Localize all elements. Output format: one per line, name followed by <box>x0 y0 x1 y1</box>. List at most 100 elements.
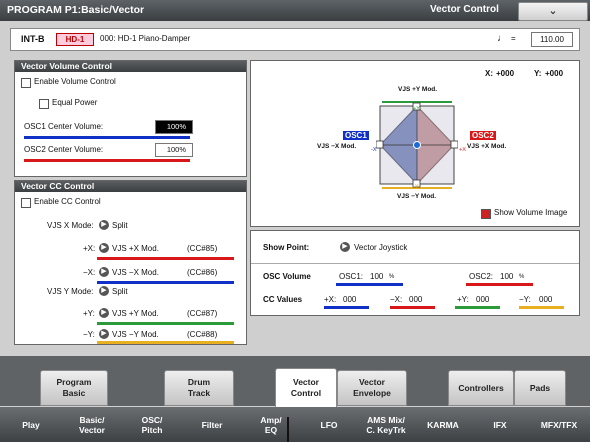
program-name[interactable]: 000: HD-1 Piano-Damper <box>100 34 190 43</box>
cc-value-label: +Y: <box>457 295 469 304</box>
osc2-color-line <box>24 159 190 162</box>
osc-volume-label: OSC Volume <box>263 272 311 281</box>
tab-label: EQ <box>264 424 278 435</box>
cc-value-label: −X: <box>390 295 403 304</box>
x-mode-value[interactable]: Split <box>112 221 128 230</box>
show-volume-image-checkbox[interactable] <box>481 209 491 219</box>
vector-display-panel: X: +000 Y: +000 VJS +Y Mod. VJS −Y Mod. … <box>250 60 580 227</box>
y-mode-value[interactable]: Split <box>112 287 128 296</box>
plus-y-small: +Y <box>413 106 420 112</box>
page-menu-button[interactable]: ⌄ <box>518 2 588 21</box>
tab-basic-vector[interactable]: Basic/Vector <box>62 407 123 442</box>
equal-power-checkbox[interactable] <box>39 99 49 109</box>
subtab-drum-track[interactable]: Drum Track <box>164 370 234 406</box>
subtab-pads[interactable]: Pads <box>514 370 566 406</box>
subtab-label: Drum <box>187 377 211 387</box>
tab-label: Vector <box>79 424 105 435</box>
osc2-volume-value: 100 <box>500 272 514 281</box>
panel-header: Vector CC Control <box>15 181 246 192</box>
left-axis-label: VJS −X Mod. <box>317 143 357 150</box>
vector-cc-panel: Vector CC Control Enable CC Control VJS … <box>14 180 247 345</box>
tempo-field[interactable]: 110.00 <box>531 32 573 47</box>
top-axis-label: VJS +Y Mod. <box>398 86 438 93</box>
subtab-controllers[interactable]: Controllers <box>448 370 514 406</box>
tab-label: IFX <box>493 419 507 430</box>
tab-label: Basic/ <box>79 414 105 425</box>
minus-x-small: -X <box>371 147 377 153</box>
cc-row-color-line <box>97 322 234 325</box>
tab-karma[interactable]: KARMA <box>414 407 473 442</box>
cc-row-target[interactable]: VJS +X Mod. <box>112 244 159 253</box>
tab-label: LFO <box>320 419 338 430</box>
arrow-right-icon[interactable]: ▶ <box>99 243 109 253</box>
title-bar: PROGRAM P1:Basic/Vector Vector Control ⌄ <box>0 0 590 21</box>
arrow-right-icon[interactable]: ▶ <box>99 308 109 318</box>
osc2-center-volume-field[interactable]: 100% <box>155 143 193 157</box>
cc-row-number: (CC#88) <box>187 330 218 339</box>
cc-row-axis: +X: <box>83 244 96 253</box>
arrow-right-icon[interactable]: ▶ <box>99 220 109 230</box>
cc-row-axis: +Y: <box>83 309 95 318</box>
show-point-value[interactable]: Vector Joystick <box>354 243 407 252</box>
osc2-volume-label: OSC2: <box>469 272 494 281</box>
page-name: Vector Control <box>430 4 499 15</box>
x-position-label: X: <box>485 69 493 78</box>
tab-amp-eq[interactable]: Amp/EQ <box>242 407 301 442</box>
cc-row-number: (CC#85) <box>187 244 218 253</box>
program-select-row[interactable]: INT-B HD-1 000: HD-1 Piano-Damper ♩ = 11… <box>10 28 580 51</box>
tab-mfx-tfx[interactable]: MFX/TFX <box>528 407 590 442</box>
tab-osc-pitch[interactable]: OSC/Pitch <box>122 407 183 442</box>
panel-header: Vector Volume Control <box>15 61 246 72</box>
subtab-label: Vector <box>293 377 319 387</box>
cc-value-line <box>455 306 500 309</box>
subtab-vector-envelope[interactable]: Vector Envelope <box>337 370 407 406</box>
cc-value-label: −Y: <box>519 295 531 304</box>
x-mode-label: VJS X Mode: <box>47 221 94 230</box>
osc1-volume-unit: % <box>389 274 395 280</box>
y-position-value: +000 <box>545 69 564 78</box>
tab-lfo[interactable]: LFO <box>300 407 359 442</box>
arrow-right-icon[interactable]: ▶ <box>99 286 109 296</box>
right-axis-label: VJS +X Mod. <box>467 143 507 150</box>
divider <box>251 263 579 264</box>
cc-row-target[interactable]: VJS −X Mod. <box>112 268 159 277</box>
cc-row-target[interactable]: VJS −Y Mod. <box>112 330 159 339</box>
osc2-center-label: OSC2 Center Volume: <box>24 145 104 154</box>
arrow-right-icon[interactable]: ▶ <box>99 329 109 339</box>
cc-row-axis: −X: <box>83 268 96 277</box>
tab-label: Pitch <box>141 424 163 435</box>
subtab-label: Basic <box>62 388 86 398</box>
osc1-center-label: OSC1 Center Volume: <box>24 122 104 131</box>
program-type-badge: HD-1 <box>56 33 94 46</box>
arrow-right-icon[interactable]: ▶ <box>99 267 109 277</box>
tab-ifx[interactable]: IFX <box>472 407 529 442</box>
tab-label: Filter <box>201 419 223 430</box>
page-title: PROGRAM P1:Basic/Vector <box>7 4 145 16</box>
cc-row-target[interactable]: VJS +Y Mod. <box>112 309 159 318</box>
cc-row-number: (CC#86) <box>187 268 218 277</box>
enable-cc-checkbox[interactable] <box>21 198 31 208</box>
tab-label: OSC/ <box>141 414 163 425</box>
show-point-label: Show Point: <box>263 243 310 252</box>
cc-row-color-line <box>97 281 234 284</box>
cc-value-line <box>519 306 564 309</box>
osc1-center-volume-field[interactable]: 100% <box>155 120 193 134</box>
cc-value: 000 <box>409 295 423 304</box>
cc-value-label: +X: <box>324 295 337 304</box>
arrow-right-icon[interactable]: ▶ <box>340 242 350 252</box>
subtab-vector-control[interactable]: Vector Control <box>275 368 337 407</box>
corner-marker-left <box>376 140 384 149</box>
tab-ams-mix[interactable]: AMS Mix/C. KeyTrk <box>358 407 415 442</box>
subtab-label: Vector <box>358 377 385 387</box>
enable-volume-checkbox[interactable] <box>21 78 31 88</box>
bank-label: INT-B <box>21 34 45 44</box>
osc2-volume-unit: % <box>519 274 525 280</box>
cc-value: 000 <box>476 295 490 304</box>
tab-play[interactable]: Play <box>0 407 63 442</box>
y-position-label: Y: <box>534 69 542 78</box>
plus-x-small: +X <box>459 147 466 153</box>
cc-row-color-line <box>97 341 234 344</box>
subtab-program-basic[interactable]: Program Basic <box>40 370 108 406</box>
tab-filter[interactable]: Filter <box>182 407 243 442</box>
program-screen: PROGRAM P1:Basic/Vector Vector Control ⌄… <box>0 0 590 442</box>
